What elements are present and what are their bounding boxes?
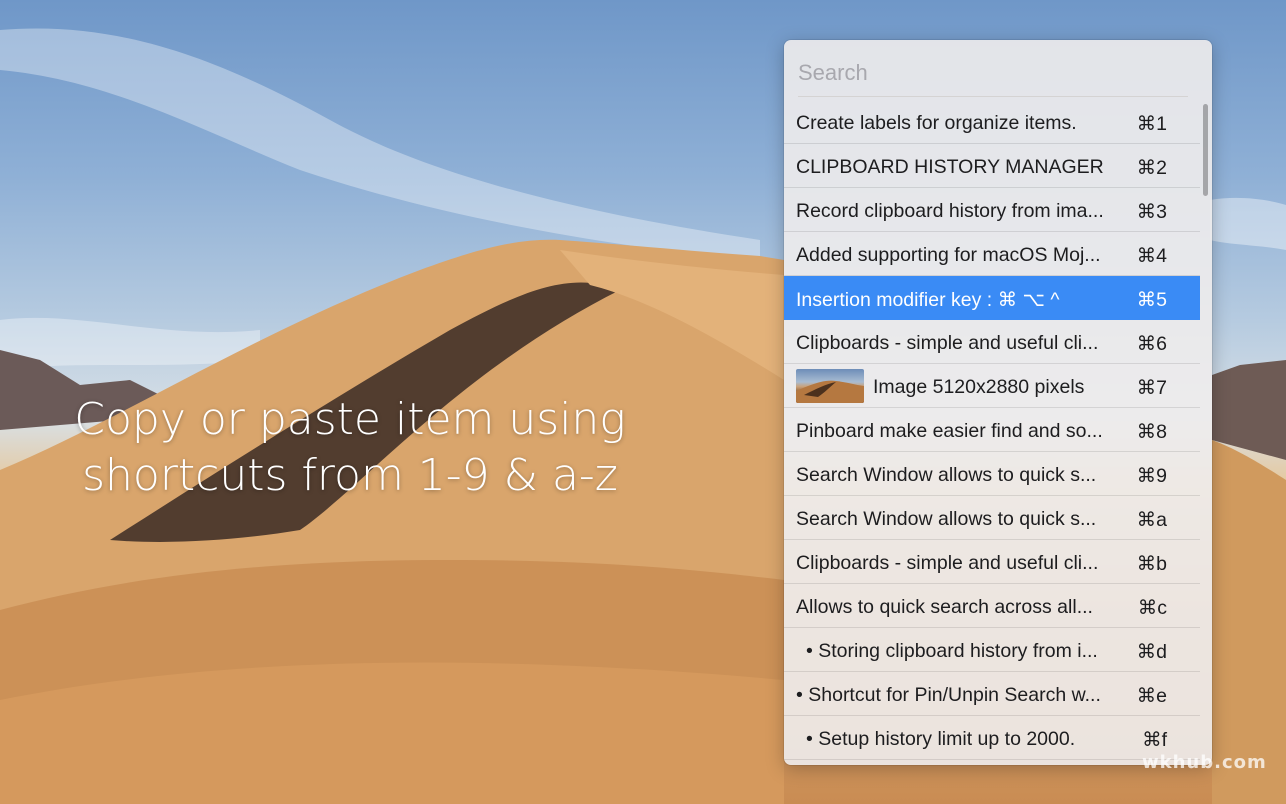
item-shortcut: ⌘6 — [1136, 333, 1167, 355]
item-shortcut: ⌘c — [1137, 597, 1167, 619]
image-thumbnail-icon — [796, 369, 864, 403]
list-scrollbar[interactable] — [1203, 104, 1208, 196]
item-shortcut: ⌘f — [1142, 729, 1167, 751]
item-shortcut: ⌘e — [1136, 685, 1167, 707]
item-shortcut: ⌘5 — [1136, 289, 1167, 311]
item-label: • Storing clipboard history from i... — [806, 640, 1098, 662]
search-input[interactable] — [798, 56, 1188, 90]
search-bar — [784, 40, 1212, 100]
item-shortcut: ⌘7 — [1136, 377, 1167, 399]
list-item[interactable]: Create labels for organize items. ⌘1 — [784, 100, 1200, 144]
list-item[interactable]: Added supporting for macOS Moj... ⌘4 — [784, 232, 1200, 276]
item-label: Create labels for organize items. — [796, 112, 1077, 134]
list-item[interactable]: CLIPBOARD HISTORY MANAGER ⌘2 — [784, 144, 1200, 188]
clipboard-list: Create labels for organize items. ⌘1 CLI… — [784, 100, 1200, 760]
item-shortcut: ⌘8 — [1136, 421, 1167, 443]
list-item[interactable]: • Shortcut for Pin/Unpin Search w... ⌘e — [784, 672, 1200, 716]
promo-caption: Copy or paste item using shortcuts from … — [40, 392, 660, 504]
list-item[interactable]: Allows to quick search across all... ⌘c — [784, 584, 1200, 628]
list-item[interactable]: Clipboards - simple and useful cli... ⌘b — [784, 540, 1200, 584]
item-label: Search Window allows to quick s... — [796, 464, 1097, 486]
item-label: Allows to quick search across all... — [796, 596, 1093, 618]
item-label: Record clipboard history from ima... — [796, 200, 1104, 222]
list-item-image[interactable]: Image 5120x2880 pixels ⌘7 — [784, 364, 1200, 408]
watermark-text: wkhub.com — [1142, 752, 1267, 773]
item-label: • Shortcut for Pin/Unpin Search w... — [796, 684, 1101, 706]
item-label: • Setup history limit up to 2000. — [806, 728, 1076, 750]
item-label: Insertion modifier key : ⌘ ⌥ ^ — [796, 289, 1060, 311]
clipboard-history-panel: Create labels for organize items. ⌘1 CLI… — [784, 40, 1212, 765]
item-shortcut: ⌘b — [1136, 553, 1167, 575]
item-label: Clipboards - simple and useful cli... — [796, 552, 1099, 574]
item-label: Added supporting for macOS Moj... — [796, 244, 1101, 266]
item-label: Search Window allows to quick s... — [796, 508, 1097, 530]
list-item[interactable]: Search Window allows to quick s... ⌘a — [784, 496, 1200, 540]
promo-line-2: shortcuts from 1-9 & a-z — [82, 450, 618, 501]
list-item[interactable]: Record clipboard history from ima... ⌘3 — [784, 188, 1200, 232]
item-label: CLIPBOARD HISTORY MANAGER — [796, 156, 1104, 178]
search-divider — [798, 96, 1188, 97]
list-item[interactable]: Pinboard make easier find and so... ⌘8 — [784, 408, 1200, 452]
item-shortcut: ⌘1 — [1136, 113, 1167, 135]
list-item[interactable]: Search Window allows to quick s... ⌘9 — [784, 452, 1200, 496]
list-item-selected[interactable]: Insertion modifier key : ⌘ ⌥ ^ ⌘5 — [784, 276, 1200, 320]
promo-line-1: Copy or paste item using — [74, 394, 626, 445]
item-label: Pinboard make easier find and so... — [796, 420, 1103, 442]
list-item[interactable]: Clipboards - simple and useful cli... ⌘6 — [784, 320, 1200, 364]
item-shortcut: ⌘d — [1136, 641, 1167, 663]
item-shortcut: ⌘2 — [1136, 157, 1167, 179]
item-label: Clipboards - simple and useful cli... — [796, 332, 1099, 354]
list-item[interactable]: • Storing clipboard history from i... ⌘d — [784, 628, 1200, 672]
item-shortcut: ⌘4 — [1136, 245, 1167, 267]
item-shortcut: ⌘9 — [1136, 465, 1167, 487]
item-shortcut: ⌘3 — [1136, 201, 1167, 223]
item-shortcut: ⌘a — [1136, 509, 1167, 531]
list-item[interactable]: • Setup history limit up to 2000. ⌘f — [784, 716, 1200, 760]
